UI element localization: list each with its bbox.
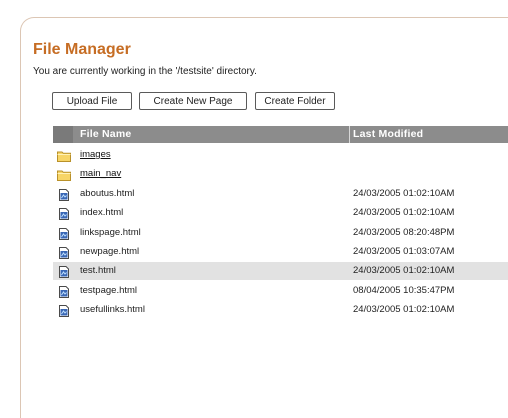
last-modified-value: 24/03/2005 01:02:10AM <box>353 207 455 219</box>
last-modified-value: 24/03/2005 01:03:07AM <box>353 246 455 257</box>
create-folder-button[interactable]: Create Folder <box>255 92 335 110</box>
current-directory-text: You are currently working in the '/tests… <box>33 66 257 77</box>
file-name: newpage.html <box>80 246 140 257</box>
file-name: linkspage.html <box>80 226 141 238</box>
html-file-icon <box>57 285 71 298</box>
table-row[interactable]: newpage.html 24/03/2005 01:03:07AM <box>53 243 508 261</box>
upload-file-button[interactable]: Upload File <box>52 92 132 110</box>
last-modified-value: 24/03/2005 01:02:10AM <box>353 187 455 199</box>
file-table-header: File Name Last Modified <box>53 126 508 143</box>
table-row[interactable]: index.html 24/03/2005 01:02:10AM <box>53 204 508 222</box>
last-modified-value: 08/04/2005 10:35:47PM <box>353 284 455 296</box>
create-new-page-button[interactable]: Create New Page <box>139 92 247 110</box>
table-row[interactable]: aboutus.html 24/03/2005 01:02:10AM <box>53 185 508 203</box>
html-file-icon <box>57 227 71 240</box>
table-row[interactable]: main_nav <box>53 165 508 183</box>
table-row[interactable]: linkspage.html 24/03/2005 08:20:48PM <box>53 224 508 242</box>
table-row[interactable]: test.html 24/03/2005 01:02:10AM <box>53 262 508 281</box>
file-name: testpage.html <box>80 284 138 296</box>
file-name: usefullinks.html <box>80 304 145 316</box>
table-row[interactable]: usefullinks.html 24/03/2005 01:02:10AM <box>53 301 508 319</box>
folder-icon <box>57 149 71 162</box>
html-file-icon <box>57 207 71 221</box>
folder-link[interactable]: main_nav <box>80 168 121 179</box>
html-file-icon <box>57 246 71 259</box>
page-title: File Manager <box>33 41 131 58</box>
last-modified-value: 24/03/2005 08:20:48PM <box>353 226 455 238</box>
header-icon-column <box>53 126 73 143</box>
html-file-icon <box>57 265 71 279</box>
file-name: aboutus.html <box>80 187 135 199</box>
folder-link[interactable]: images <box>80 149 111 160</box>
last-modified-value: 24/03/2005 01:02:10AM <box>353 265 455 277</box>
file-name: index.html <box>80 207 124 219</box>
table-row[interactable]: images <box>53 146 508 164</box>
file-name: test.html <box>80 265 116 277</box>
table-row[interactable]: testpage.html 08/04/2005 10:35:47PM <box>53 282 508 300</box>
column-divider <box>349 126 350 143</box>
html-file-icon <box>57 188 71 201</box>
html-file-icon <box>57 304 71 318</box>
last-modified-value: 24/03/2005 01:02:10AM <box>353 304 455 316</box>
folder-icon <box>57 168 71 182</box>
column-header-file-name[interactable]: File Name <box>80 128 131 140</box>
column-header-last-modified[interactable]: Last Modified <box>353 128 423 140</box>
